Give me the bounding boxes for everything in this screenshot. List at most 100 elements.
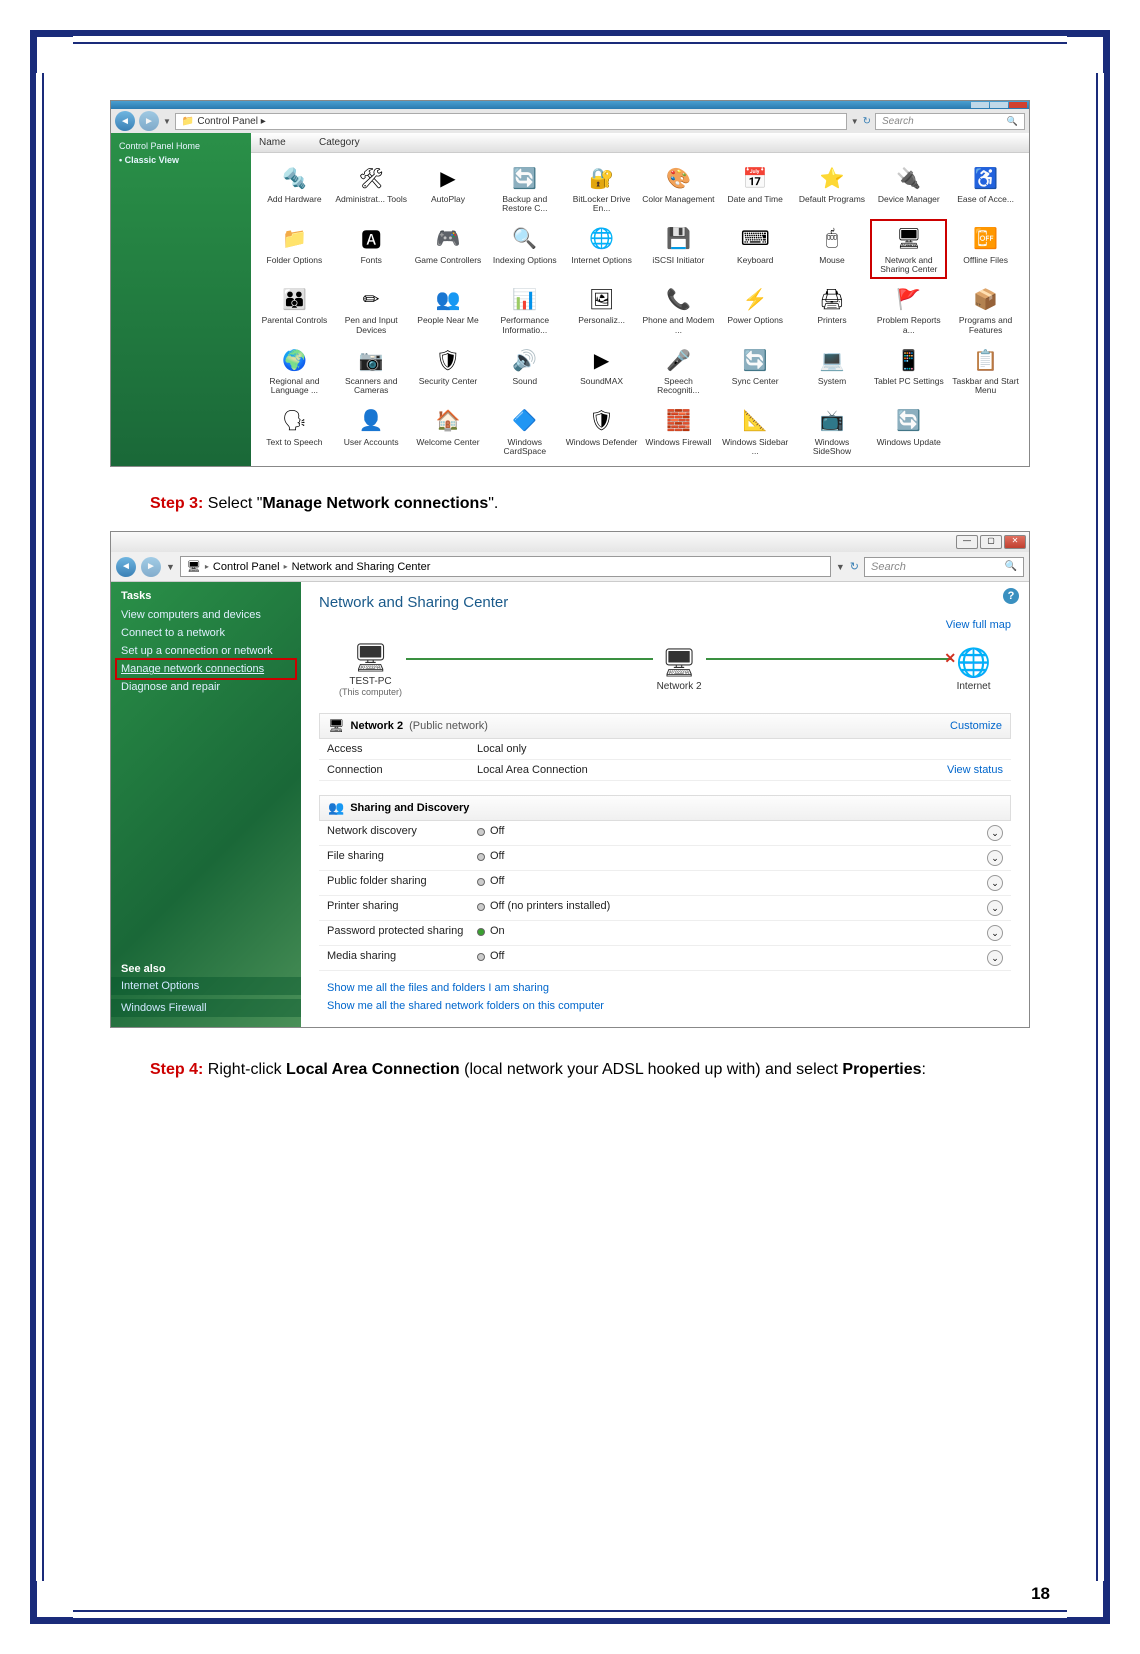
control-panel-item[interactable]: 🧱Windows Firewall [641,402,716,461]
control-panel-item[interactable]: 🖱Mouse [795,220,870,279]
control-panel-item[interactable]: 🗣Text to Speech [257,402,332,461]
control-panel-item[interactable]: 🎨Color Management [641,159,716,218]
control-panel-item[interactable]: 🖨Printers [795,280,870,339]
minimize-button[interactable] [971,102,989,108]
control-panel-item[interactable]: 🔍Indexing Options [487,220,562,279]
control-panel-item[interactable]: 📁Folder Options [257,220,332,279]
control-panel-item[interactable]: 🔌Device Manager [871,159,946,218]
view-status-link[interactable]: View status [947,764,1003,776]
control-panel-item[interactable]: 🅰Fonts [334,220,409,279]
search-input[interactable]: Search [864,557,1024,577]
dropdown-icon[interactable]: ▼ [851,117,859,126]
classic-view-link[interactable]: Classic View [119,153,243,167]
back-button[interactable]: ◄ [116,557,136,577]
control-panel-item[interactable]: 🔄Sync Center [718,341,793,400]
maximize-button[interactable]: ▢ [980,535,1002,549]
control-panel-item[interactable]: 🔄Windows Update [871,402,946,461]
help-icon[interactable]: ? [1003,588,1019,604]
control-panel-item[interactable]: 🔄Backup and Restore C... [487,159,562,218]
control-panel-item[interactable]: 👪Parental Controls [257,280,332,339]
breadcrumb-bar[interactable]: 📁 Control Panel ▸ [175,113,847,130]
expand-button[interactable]: ⌄ [987,875,1003,891]
control-panel-item[interactable]: ⌨Keyboard [718,220,793,279]
control-panel-item[interactable]: 📷Scanners and Cameras [334,341,409,400]
control-panel-item[interactable]: 💾iSCSI Initiator [641,220,716,279]
control-panel-item[interactable]: 📺Windows SideShow [795,402,870,461]
control-panel-item[interactable]: 🔷Windows CardSpace [487,402,562,461]
item-icon: 📁 [279,224,309,254]
task-setup-connection[interactable]: Set up a connection or network [121,642,291,660]
back-button[interactable]: ◄ [115,111,135,131]
task-manage-network-connections[interactable]: Manage network connections [118,661,294,677]
minimize-button[interactable]: — [956,535,978,549]
control-panel-item[interactable]: 🖥Network and Sharing Center [871,220,946,279]
tasks-header: Tasks [121,590,291,602]
control-panel-item[interactable]: 🔊Sound [487,341,562,400]
control-panel-item[interactable]: 💻 System [795,341,870,400]
control-panel-item[interactable]: ▶SoundMAX [564,341,639,400]
control-panel-item[interactable]: 🚩Problem Reports a... [871,280,946,339]
network-sharing-center-screenshot: — ▢ ✕ ◄ ► ▼ 🖥 ▸ Control Panel ▸ Network … [110,531,1030,1028]
expand-button[interactable]: ⌄ [987,925,1003,941]
control-panel-item[interactable]: 📐Windows Sidebar ... [718,402,793,461]
control-panel-item[interactable]: ♿Ease of Acce... [948,159,1023,218]
control-panel-item[interactable]: 👥People Near Me [411,280,486,339]
control-panel-item[interactable]: 🖼Personaliz... [564,280,639,339]
task-view-computers[interactable]: View computers and devices [121,606,291,624]
item-label: System [796,377,869,386]
item-icon: 💻 [817,345,847,375]
control-panel-item[interactable]: 🛡Windows Defender [564,402,639,461]
control-panel-item[interactable]: 🎤Speech Recogniti... [641,341,716,400]
breadcrumb-bar[interactable]: 🖥 ▸ Control Panel ▸ Network and Sharing … [180,556,831,577]
refresh-icon[interactable]: ↻ [863,116,871,127]
control-panel-item[interactable]: ▶AutoPlay [411,159,486,218]
customize-link[interactable]: Customize [950,720,1002,732]
control-panel-item[interactable]: 📅Date and Time [718,159,793,218]
control-panel-item[interactable]: 🎮Game Controllers [411,220,486,279]
control-panel-item[interactable]: 👤User Accounts [334,402,409,461]
close-button[interactable]: ✕ [1004,535,1026,549]
control-panel-item[interactable]: 🌍Regional and Language ... [257,341,332,400]
forward-button[interactable]: ► [141,557,161,577]
category-column[interactable]: Category [311,135,368,150]
control-panel-item[interactable]: 🛠Administrat... Tools [334,159,409,218]
control-panel-item[interactable]: ✏Pen and Input Devices [334,280,409,339]
dropdown-icon[interactable]: ▼ [163,117,171,126]
control-panel-home-link[interactable]: Control Panel Home [119,139,243,153]
control-panel-item[interactable]: 📴Offline Files [948,220,1023,279]
close-button[interactable] [1009,102,1027,108]
task-connect-network[interactable]: Connect to a network [121,624,291,642]
forward-button[interactable]: ► [139,111,159,131]
view-full-map-link[interactable]: View full map [319,619,1011,631]
search-input[interactable]: Search [875,113,1025,130]
expand-button[interactable]: ⌄ [987,850,1003,866]
see-also-internet-options[interactable]: Internet Options [111,977,301,995]
control-panel-item[interactable]: 🔐BitLocker Drive En... [564,159,639,218]
control-panel-item[interactable]: 🏠Welcome Center [411,402,486,461]
control-panel-item[interactable]: 📱Tablet PC Settings [871,341,946,400]
control-panel-item[interactable]: 📦Programs and Features [948,280,1023,339]
name-column[interactable]: Name [251,135,311,150]
control-panel-item[interactable]: 🔩Add Hardware [257,159,332,218]
control-panel-item[interactable]: 📞Phone and Modem ... [641,280,716,339]
refresh-icon[interactable]: ↻ [850,560,859,573]
dropdown-icon[interactable]: ▼ [166,562,175,572]
dropdown-icon[interactable]: ▼ [836,562,845,572]
control-panel-item[interactable]: ⭐Default Programs [795,159,870,218]
control-panel-item[interactable]: 📋Taskbar and Start Menu [948,341,1023,400]
control-panel-item[interactable]: 📊Performance Informatio... [487,280,562,339]
item-label: Programs and Features [949,316,1022,335]
control-panel-item[interactable]: ⚡Power Options [718,280,793,339]
show-folders-link[interactable]: Show me all the shared network folders o… [319,997,1011,1015]
control-panel-item[interactable]: 🛡Security Center [411,341,486,400]
see-also-windows-firewall[interactable]: Windows Firewall [111,999,301,1017]
expand-button[interactable]: ⌄ [987,950,1003,966]
show-files-link[interactable]: Show me all the files and folders I am s… [319,979,1011,997]
control-panel-item[interactable]: 🌐Internet Options [564,220,639,279]
task-diagnose-repair[interactable]: Diagnose and repair [121,678,291,696]
expand-button[interactable]: ⌄ [987,900,1003,916]
expand-button[interactable]: ⌄ [987,825,1003,841]
status-dot [477,953,485,961]
broken-connection-line [706,658,953,660]
maximize-button[interactable] [990,102,1008,108]
